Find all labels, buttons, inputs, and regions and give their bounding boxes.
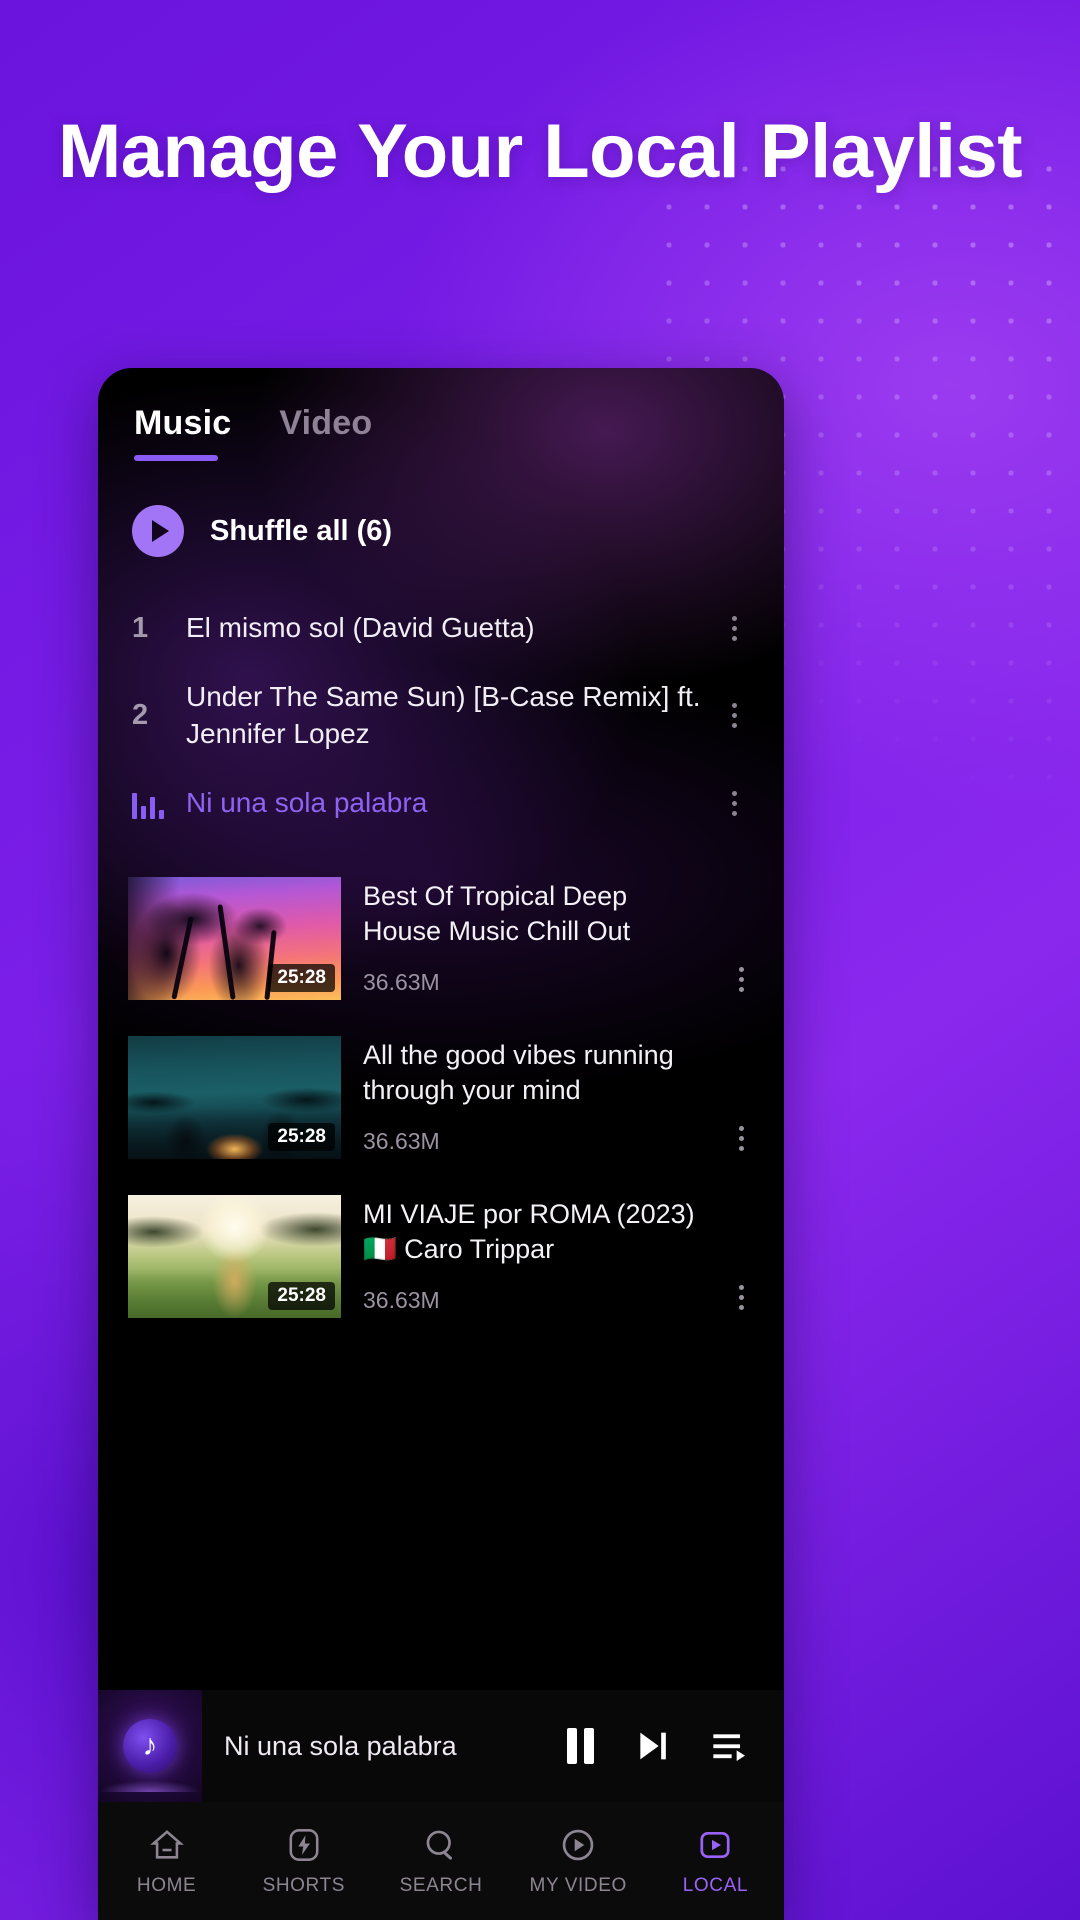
phone-mockup: Music Video Shuffle all (6) 1 El mismo s… bbox=[98, 368, 784, 1920]
mini-player[interactable]: ♪ Ni una sola palabra bbox=[98, 1690, 784, 1802]
nav-label-search: SEARCH bbox=[399, 1875, 483, 1896]
waveform-decoration bbox=[98, 1766, 202, 1792]
duration-badge: 25:28 bbox=[268, 1281, 335, 1310]
shuffle-all-row[interactable]: Shuffle all (6) bbox=[98, 461, 784, 557]
app-screen: Music Video Shuffle all (6) 1 El mismo s… bbox=[98, 368, 784, 1690]
nav-item-home[interactable]: HOME bbox=[98, 1825, 235, 1897]
more-options-icon[interactable] bbox=[720, 615, 754, 641]
music-note-icon: ♪ bbox=[123, 1719, 177, 1773]
playlist-queue-icon[interactable] bbox=[710, 1726, 750, 1766]
pause-icon[interactable] bbox=[567, 1728, 594, 1764]
video-title: MI VIAJE por ROMA (2023) 🇮🇹 Caro Trippar bbox=[363, 1198, 695, 1264]
lightning-bolt-icon bbox=[284, 1825, 324, 1865]
video-meta: MI VIAJE por ROMA (2023) 🇮🇹 Caro Trippar… bbox=[363, 1195, 702, 1318]
tab-active-indicator bbox=[134, 455, 218, 461]
mini-player-controls bbox=[567, 1726, 784, 1766]
song-list: 1 El mismo sol (David Guetta) 2 Under Th… bbox=[98, 557, 784, 847]
page-title: Manage Your Local Playlist bbox=[57, 109, 1023, 194]
song-index: 1 bbox=[132, 611, 149, 644]
more-options-icon[interactable] bbox=[724, 877, 758, 1000]
play-circle-icon bbox=[558, 1825, 598, 1865]
video-title: Best Of Tropical Deep House Music Chill … bbox=[363, 880, 631, 946]
more-options-icon[interactable] bbox=[720, 703, 754, 729]
mini-player-title: Ni una sola palabra bbox=[224, 1730, 457, 1761]
album-art: ♪ bbox=[98, 1690, 202, 1802]
local-library-icon bbox=[695, 1825, 735, 1865]
tab-music-label: Music bbox=[134, 404, 232, 442]
home-icon bbox=[147, 1825, 187, 1865]
tab-music[interactable]: Music bbox=[134, 404, 231, 461]
nav-item-my-video[interactable]: MY VIDEO bbox=[510, 1825, 647, 1897]
list-item[interactable]: 25:28 MI VIAJE por ROMA (2023) 🇮🇹 Caro T… bbox=[98, 1177, 784, 1336]
video-thumbnail[interactable]: 25:28 bbox=[128, 876, 341, 1000]
more-options-icon[interactable] bbox=[724, 1036, 758, 1159]
tab-bar: Music Video bbox=[98, 368, 784, 461]
nav-item-shorts[interactable]: SHORTS bbox=[235, 1825, 372, 1897]
tab-video-label: Video bbox=[279, 404, 373, 442]
equalizer-icon bbox=[132, 789, 186, 819]
play-icon[interactable] bbox=[132, 505, 184, 557]
video-thumbnail[interactable]: 25:28 bbox=[128, 1194, 341, 1318]
tab-video[interactable]: Video bbox=[279, 404, 372, 461]
search-icon bbox=[421, 1825, 461, 1865]
bottom-navigation: HOME SHORTS SEARCH MY VIDEO LOCAL bbox=[98, 1802, 784, 1920]
video-views: 36.63M bbox=[363, 968, 440, 995]
list-item[interactable]: 1 El mismo sol (David Guetta) bbox=[98, 585, 784, 671]
list-item[interactable]: 25:28 Best Of Tropical Deep House Music … bbox=[98, 859, 784, 1018]
nav-label-local: LOCAL bbox=[682, 1875, 749, 1896]
more-options-icon[interactable] bbox=[724, 1195, 758, 1318]
song-title: El mismo sol (David Guetta) bbox=[186, 611, 535, 643]
video-title: All the good vibes running through your … bbox=[363, 1039, 674, 1105]
nav-label-shorts: SHORTS bbox=[262, 1875, 346, 1896]
video-list: 25:28 Best Of Tropical Deep House Music … bbox=[98, 847, 784, 1336]
video-meta: Best Of Tropical Deep House Music Chill … bbox=[363, 877, 702, 1000]
video-meta: All the good vibes running through your … bbox=[363, 1036, 702, 1159]
list-item[interactable]: Ni una sola palabra bbox=[98, 761, 784, 847]
nav-label-home: HOME bbox=[136, 1875, 197, 1896]
song-index: 2 bbox=[132, 699, 149, 732]
video-views: 36.63M bbox=[363, 1286, 440, 1313]
list-item[interactable]: 25:28 All the good vibes running through… bbox=[98, 1018, 784, 1177]
song-title: Under The Same Sun) [B-Case Remix] ft. J… bbox=[186, 681, 701, 749]
duration-badge: 25:28 bbox=[268, 963, 335, 992]
nav-label-my-video: MY VIDEO bbox=[529, 1875, 627, 1896]
song-title: Ni una sola palabra bbox=[186, 787, 428, 819]
video-views: 36.63M bbox=[363, 1127, 440, 1154]
more-options-icon[interactable] bbox=[720, 791, 754, 817]
video-thumbnail[interactable]: 25:28 bbox=[128, 1035, 341, 1159]
list-item[interactable]: 2 Under The Same Sun) [B-Case Remix] ft.… bbox=[98, 671, 784, 761]
nav-item-local[interactable]: LOCAL bbox=[647, 1825, 784, 1897]
duration-badge: 25:28 bbox=[268, 1122, 335, 1151]
nav-item-search[interactable]: SEARCH bbox=[372, 1825, 509, 1897]
shuffle-all-label: Shuffle all (6) bbox=[210, 514, 393, 547]
skip-next-icon[interactable] bbox=[632, 1726, 672, 1766]
